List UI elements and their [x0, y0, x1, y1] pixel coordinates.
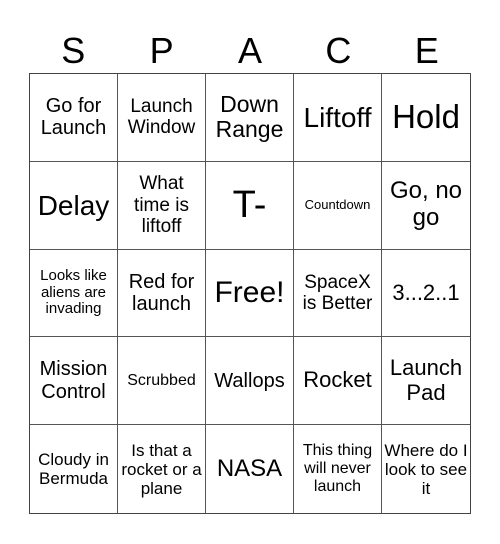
bingo-grid: Go for Launch Launch Window Down Range L…: [29, 73, 471, 514]
bingo-cell[interactable]: Looks like aliens are invading: [30, 249, 118, 338]
bingo-cell[interactable]: T-: [206, 161, 294, 250]
bingo-cell[interactable]: Red for launch: [118, 249, 206, 338]
header-letter-p: P: [149, 30, 174, 71]
bingo-cell[interactable]: Launch Pad: [382, 337, 470, 426]
bingo-cell[interactable]: Go, no go: [382, 162, 470, 250]
bingo-cell[interactable]: Free!: [206, 249, 294, 338]
bingo-cell[interactable]: Wallops: [206, 337, 294, 426]
bingo-cell[interactable]: Down Range: [206, 74, 294, 162]
bingo-cell[interactable]: Countdown: [294, 161, 382, 250]
bingo-cell[interactable]: Cloudy in Bermuda: [30, 425, 118, 513]
bingo-cell[interactable]: Mission Control: [30, 337, 118, 426]
header-letter-e: E: [414, 30, 439, 71]
bingo-header: S P A C E: [29, 28, 471, 73]
bingo-cell[interactable]: Go for Launch: [30, 74, 118, 162]
header-letter-c: C: [325, 30, 352, 71]
bingo-cell[interactable]: Scrubbed: [118, 337, 206, 426]
bingo-cell[interactable]: Is that a rocket or a plane: [118, 425, 206, 513]
header-letter-a: A: [237, 30, 262, 71]
bingo-cell[interactable]: NASA: [206, 425, 294, 513]
bingo-cell[interactable]: This thing will never launch: [294, 425, 382, 513]
bingo-cell[interactable]: SpaceX is Better: [294, 249, 382, 338]
header-letter-s: S: [61, 30, 86, 71]
bingo-cell[interactable]: What time is liftoff: [118, 161, 206, 250]
bingo-cell[interactable]: Hold: [382, 74, 470, 162]
bingo-cell[interactable]: 3...2..1: [382, 250, 470, 338]
bingo-cell[interactable]: Launch Window: [118, 74, 206, 162]
bingo-cell[interactable]: Where do I look to see it: [382, 425, 470, 513]
bingo-cell[interactable]: Liftoff: [294, 74, 382, 162]
bingo-cell[interactable]: Rocket: [294, 337, 382, 426]
bingo-cell[interactable]: Delay: [30, 161, 118, 250]
